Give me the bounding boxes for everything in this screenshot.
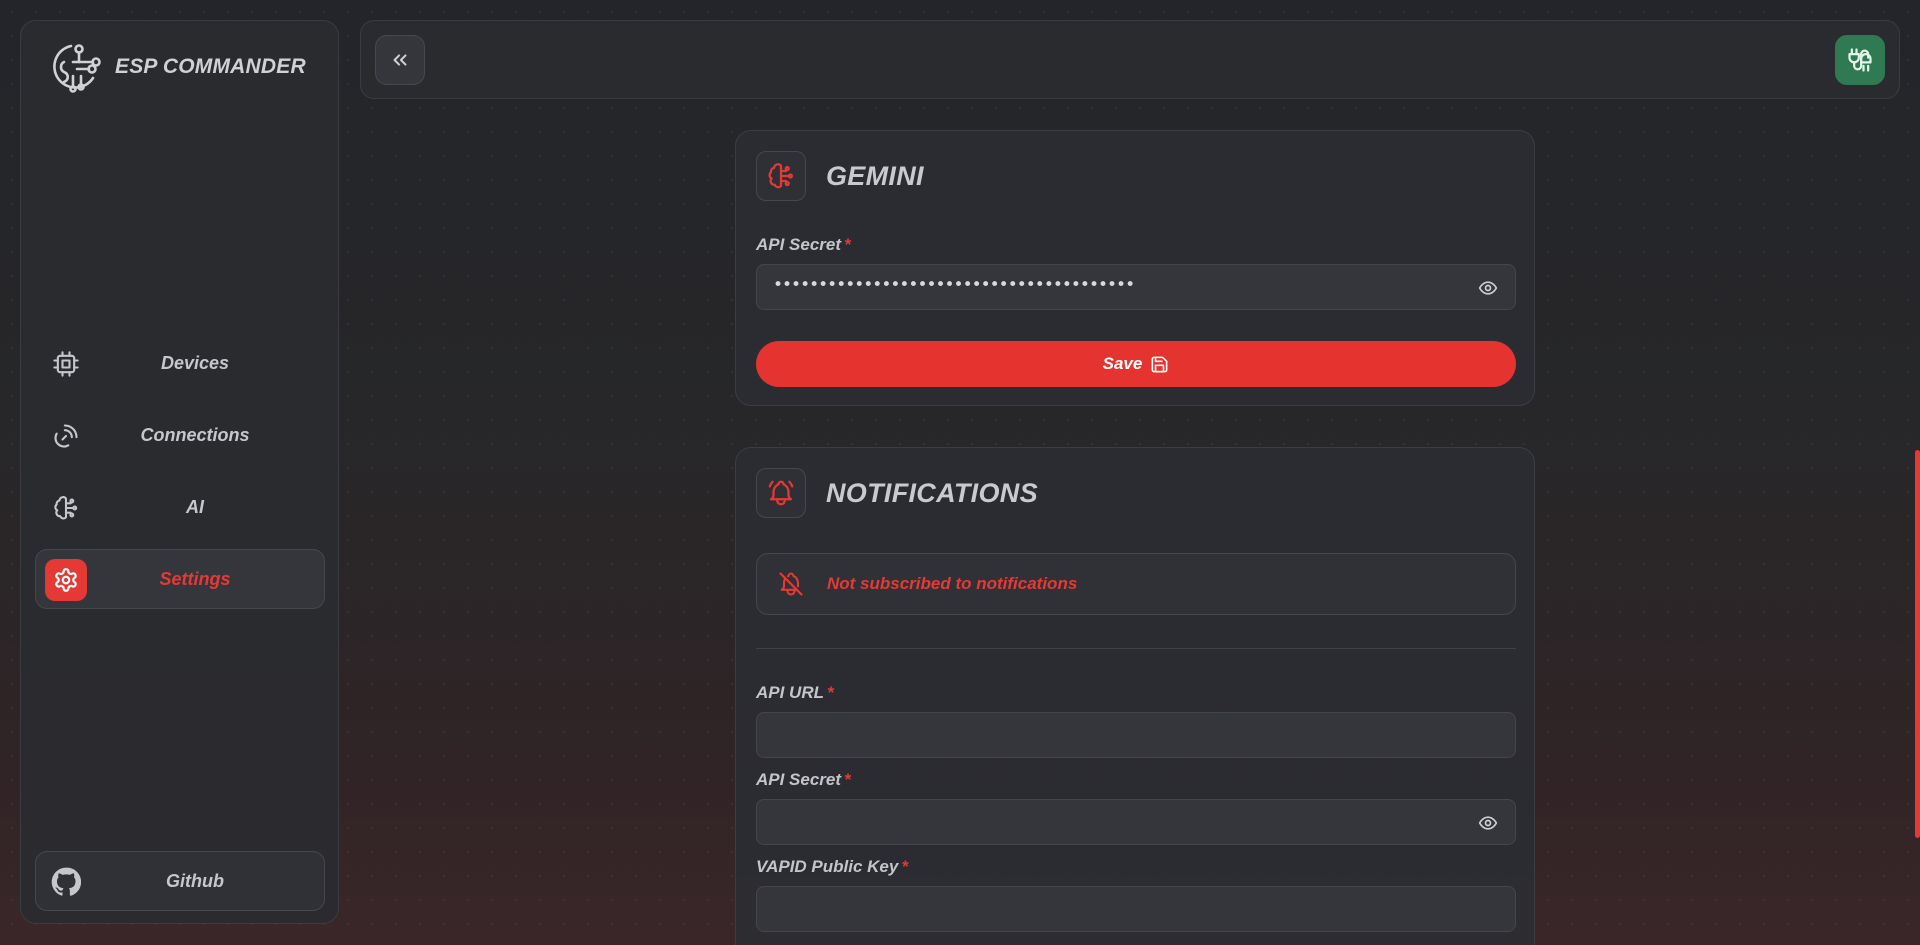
sidebar-item-devices[interactable]: Devices: [35, 333, 325, 393]
eye-icon[interactable]: [1477, 278, 1499, 298]
subscription-status-text: Not subscribed to notifications: [827, 574, 1078, 593]
card-title: NOTIFICATIONS: [826, 477, 1038, 508]
sidebar-item-ai[interactable]: AI: [35, 477, 325, 537]
github-label: Github: [166, 870, 224, 891]
chevrons-left-icon: [393, 54, 407, 66]
sidebar: ESP COMMANDER Devices Connections AI Set…: [20, 20, 339, 924]
api-url-label: API URL *: [756, 683, 834, 702]
api-url-field[interactable]: [756, 712, 1516, 758]
bell-ringing-icon: [756, 468, 806, 518]
github-link[interactable]: Github: [35, 851, 325, 911]
collapse-sidebar-button[interactable]: [375, 35, 425, 85]
subscription-status[interactable]: Not subscribed to notifications: [756, 553, 1516, 615]
save-label: Save: [1102, 354, 1143, 373]
gemini-api-secret-field[interactable]: ••••••••••••••••••••••••••••••••••••••••: [756, 264, 1516, 310]
required-marker: *: [901, 857, 908, 876]
vapid-public-key-label: VAPID Public Key *: [756, 857, 908, 876]
api-secret-value: ••••••••••••••••••••••••••••••••••••••••: [773, 275, 1135, 295]
required-marker: *: [844, 235, 851, 254]
api-secret-label: API Secret *: [756, 770, 851, 789]
brand[interactable]: ESP COMMANDER: [49, 35, 306, 99]
sidebar-item-settings[interactable]: Settings: [35, 549, 325, 609]
app-name: ESP COMMANDER: [115, 55, 306, 78]
vapid-public-key-field[interactable]: [756, 886, 1516, 932]
top-bar: [360, 20, 1900, 99]
sidebar-item-label: Settings: [159, 568, 231, 589]
sidebar-item-label: AI: [186, 496, 204, 517]
required-marker: *: [844, 770, 851, 789]
plug-connected-icon: [1848, 48, 1872, 72]
scrollbar-thumb[interactable]: [1915, 450, 1920, 838]
save-button[interactable]: Save: [756, 341, 1516, 387]
eye-icon[interactable]: [1477, 813, 1499, 833]
notifications-api-secret-field[interactable]: [756, 799, 1516, 845]
esp-commander-logo-icon: [53, 44, 101, 93]
required-marker: *: [827, 683, 834, 702]
card-title: GEMINI: [826, 160, 924, 191]
bell-off-icon: [777, 570, 805, 598]
gemini-card: GEMINI API Secret * •••••••••••••••••••••…: [735, 130, 1535, 406]
api-secret-label: API Secret *: [756, 235, 851, 254]
sidebar-item-label: Connections: [140, 424, 250, 445]
brain-icon: [756, 151, 806, 201]
sidebar-item-label: Devices: [160, 352, 230, 373]
divider: [756, 648, 1516, 649]
floppy-disk-icon: [1151, 356, 1168, 372]
notifications-header: NOTIFICATIONS: [756, 468, 1038, 518]
gemini-header: GEMINI: [756, 151, 924, 201]
connection-status-button[interactable]: [1835, 35, 1885, 85]
sidebar-item-connections[interactable]: Connections: [35, 405, 325, 465]
notifications-card: NOTIFICATIONS Not subscribed to notifica…: [735, 447, 1535, 945]
